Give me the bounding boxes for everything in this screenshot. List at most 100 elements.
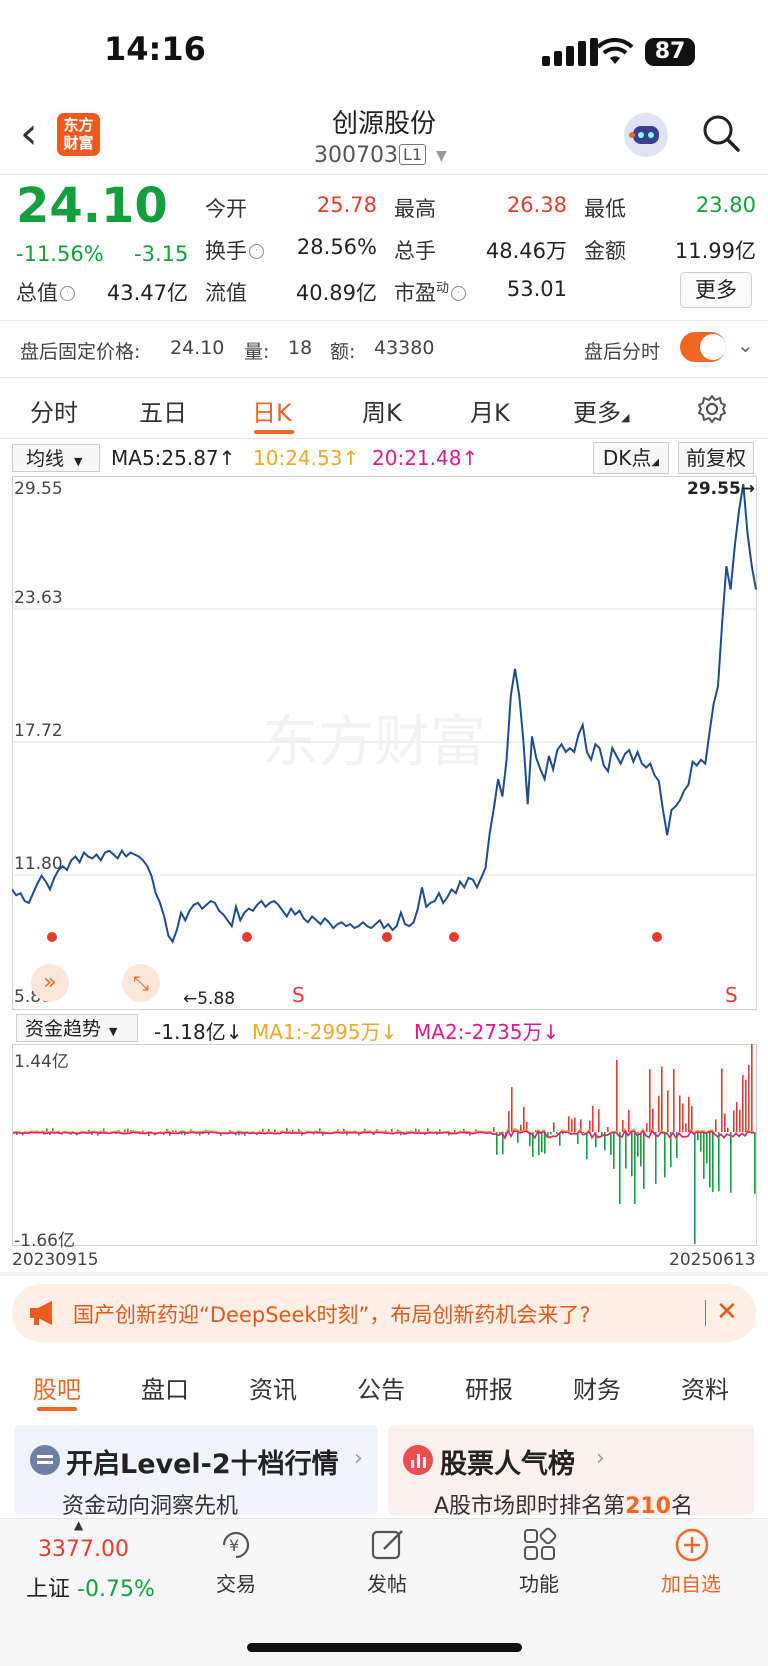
active-tab-indicator: [37, 1407, 77, 1411]
nav-functions[interactable]: 功能: [499, 1568, 579, 1597]
tab-weekly-k[interactable]: 周K: [362, 393, 402, 428]
flow-bar: [628, 1109, 630, 1132]
flow-bar: [571, 1119, 573, 1132]
index-ticker[interactable]: 上证 -0.75%: [26, 1571, 155, 1603]
tab-more[interactable]: 更多◢: [573, 393, 629, 428]
flow-bar: [709, 1132, 711, 1188]
close-icon[interactable]: ✕: [716, 1297, 738, 1327]
amount-value: 11.99亿: [674, 239, 756, 263]
nav-add-watchlist[interactable]: 加自选: [651, 1568, 731, 1597]
tab-research[interactable]: 研报: [465, 1370, 513, 1405]
trade-icon[interactable]: ¥: [218, 1527, 254, 1563]
ranking-chart-icon: [403, 1445, 433, 1475]
level-badge[interactable]: L1: [399, 144, 427, 165]
x-start-date: 20230915: [12, 1250, 99, 1270]
chevron-right-icon: ›: [354, 1446, 363, 1471]
chevron-down-icon[interactable]: ▼: [436, 148, 447, 164]
max-price-annotation: 29.55→: [687, 479, 756, 499]
flow-bar: [679, 1095, 681, 1132]
flow-bar: [574, 1117, 576, 1132]
info-icon[interactable]: ·: [451, 286, 467, 301]
add-watchlist-icon[interactable]: [674, 1527, 710, 1563]
flow-bar: [706, 1132, 708, 1164]
flow-bar: [718, 1132, 720, 1192]
min-price-annotation: ←5.88: [183, 989, 236, 1009]
after-hours-price: 24.10: [170, 337, 225, 359]
tab-pankou[interactable]: 盘口: [141, 1370, 189, 1405]
edit-post-icon[interactable]: [370, 1527, 406, 1563]
status-time: 14:16: [104, 30, 206, 68]
flow-bar: [727, 1127, 729, 1132]
sub-y-min: -1.66亿: [14, 1231, 75, 1251]
high-value: 26.38: [506, 193, 567, 217]
tab-profile[interactable]: 资料: [681, 1370, 729, 1405]
more-button[interactable]: 更多: [680, 272, 752, 308]
flow-bar: [523, 1106, 525, 1132]
adjust-button[interactable]: 前复权: [678, 442, 754, 474]
info-icon[interactable]: ·: [249, 244, 264, 259]
battery-indicator: 87: [645, 38, 695, 66]
flow-bar: [556, 1132, 558, 1134]
fund-flow-select[interactable]: 资金趋势 ▼: [16, 1014, 138, 1042]
svg-text:¥: ¥: [229, 1536, 239, 1555]
assistant-robot-icon[interactable]: [624, 113, 668, 157]
flow-bar: [658, 1095, 660, 1132]
flow-bar: [643, 1132, 645, 1190]
tab-five-day[interactable]: 五日: [139, 393, 187, 428]
divider: [705, 1300, 706, 1326]
flow-bar: [667, 1090, 669, 1132]
tab-timeshare[interactable]: 分时: [30, 393, 78, 428]
news-headline[interactable]: 国产创新药迎“DeepSeek时刻”，布局创新药机会来了?: [73, 1299, 591, 1329]
change-amount: -3.15: [134, 242, 189, 266]
fund-flow-chart[interactable]: [12, 1044, 757, 1246]
dk-point-button[interactable]: DK点◢: [593, 442, 669, 474]
turnover-value: 28.56%: [296, 235, 377, 259]
flow-bar: [610, 1132, 612, 1155]
chevron-down-icon[interactable]: ⌄: [737, 333, 754, 357]
buy-signal-dot: [449, 932, 459, 942]
nav-trade[interactable]: 交易: [196, 1568, 276, 1597]
ma5-value: MA5:25.87↑: [111, 446, 236, 470]
flow-bar: [124, 1129, 126, 1132]
flow-bar: [586, 1132, 588, 1160]
index-value[interactable]: 3377.00: [38, 1537, 129, 1562]
stock-code[interactable]: 300703: [314, 143, 398, 168]
active-tab-indicator: [254, 430, 294, 434]
flow-bar: [274, 1129, 276, 1132]
flow-bar: [730, 1132, 732, 1193]
wifi-icon: [596, 38, 634, 64]
flow-bar: [742, 1075, 744, 1132]
tab-monthly-k[interactable]: 月K: [470, 393, 510, 428]
nav-post[interactable]: 发帖: [347, 1568, 427, 1597]
popularity-card-title: 股票人气榜: [440, 1449, 575, 1480]
indicator-select[interactable]: 均线 ▼: [12, 444, 100, 472]
flow-bar: [724, 1113, 726, 1132]
settings-gear-icon[interactable]: [697, 394, 727, 424]
info-icon[interactable]: ·: [60, 286, 75, 301]
flow-bar: [622, 1119, 624, 1132]
mktcap-label: 总值 ·: [16, 277, 75, 307]
flow-bar: [613, 1132, 615, 1169]
flow-bar: [454, 1129, 456, 1132]
flow-bar: [655, 1132, 657, 1184]
low-value: 23.80: [695, 193, 756, 217]
fast-forward-icon[interactable]: »: [31, 964, 69, 1002]
search-icon[interactable]: [702, 114, 740, 152]
chevron-right-icon: ›: [596, 1446, 605, 1471]
flow-bar: [736, 1102, 738, 1132]
flow-bar: [511, 1087, 513, 1132]
y-label: 29.55: [14, 479, 63, 499]
apps-grid-icon[interactable]: [522, 1527, 558, 1563]
tab-finance[interactable]: 财务: [573, 1370, 621, 1405]
tab-daily-k[interactable]: 日K: [252, 393, 292, 428]
tab-announcements[interactable]: 公告: [357, 1370, 405, 1405]
mktcap-value: 43.47亿: [106, 281, 188, 305]
expand-icon[interactable]: ⤡: [122, 964, 160, 1002]
price-chart[interactable]: 东方财富: [12, 476, 757, 1010]
tab-guba[interactable]: 股吧: [33, 1370, 81, 1405]
after-hours-amt-label: 额:: [330, 341, 356, 363]
tab-news[interactable]: 资讯: [249, 1370, 297, 1405]
after-hours-price-label: 盘后固定价格:: [20, 341, 141, 363]
fund-flow-value: -1.18亿↓: [154, 1020, 243, 1044]
flow-bar: [640, 1132, 642, 1167]
